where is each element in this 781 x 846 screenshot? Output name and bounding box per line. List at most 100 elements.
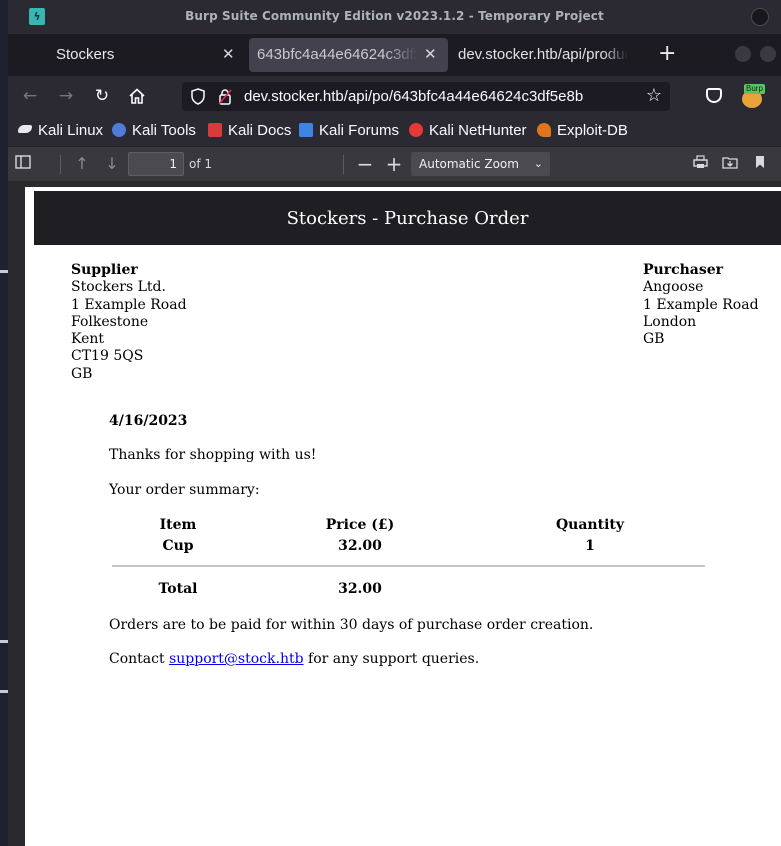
home-button[interactable]	[125, 84, 149, 108]
bookmark-label: Kali Tools	[132, 122, 196, 139]
zoom-out-button[interactable]: −	[355, 154, 375, 174]
address-line: Kent	[71, 331, 105, 348]
new-tab-button[interactable]: +	[658, 42, 676, 66]
reload-button[interactable]: ↻	[90, 84, 114, 108]
total-label: Total	[158, 581, 198, 597]
download-icon	[722, 157, 738, 169]
pdf-viewer[interactable]: Stockers - Purchase Order Supplier Stock…	[8, 181, 781, 846]
kali-nethunter-icon	[409, 123, 423, 137]
order-summary-label: Your order summary:	[109, 482, 260, 498]
tab-label: 643bfc4a44e64624c3df5e8b	[257, 46, 417, 63]
desktop-background	[0, 0, 8, 846]
bookmark-kali-tools[interactable]: Kali Tools	[112, 122, 196, 139]
bookmark-label: Kali NetHunter	[429, 122, 527, 139]
document-title: Stockers - Purchase Order	[286, 208, 529, 229]
zoom-select-value: Automatic Zoom	[419, 157, 519, 171]
kali-forums-icon	[299, 123, 313, 137]
contact-suffix: for any support queries.	[308, 651, 480, 667]
address-line: CT19 5QS	[71, 348, 144, 365]
table-cell-item: Cup	[162, 538, 194, 554]
tab-stockers[interactable]: Stockers ✕	[42, 38, 250, 72]
table-divider	[112, 565, 705, 567]
table-header-quantity: Quantity	[555, 517, 624, 533]
support-email-link[interactable]: support@stock.htb	[169, 651, 304, 667]
pdf-toolbar: ↑ ↓ 1 of 1 − + Automatic Zoom ⌄	[8, 146, 781, 181]
home-icon	[129, 88, 145, 104]
thanks-message: Thanks for shopping with us!	[109, 447, 317, 463]
table-header-item: Item	[159, 517, 197, 533]
contact-prefix: Contact	[109, 651, 165, 667]
window-title-bar: ϟ Burp Suite Community Edition v2023.1.2…	[8, 0, 781, 34]
address-line: London	[643, 313, 697, 330]
payment-terms: Orders are to be paid for within 30 days…	[109, 617, 594, 633]
burp-extension-button[interactable]: Burp	[741, 82, 765, 108]
bookmark-label: Kali Forums	[319, 122, 400, 139]
order-date: 4/16/2023	[109, 413, 188, 429]
tab-label: dev.stocker.htb/api/products	[458, 46, 628, 63]
supplier-address: Supplier Stockers Ltd. 1 Example Road Fo…	[71, 262, 187, 383]
bookmark-button[interactable]	[750, 154, 770, 174]
extension-badge: Burp	[744, 84, 765, 94]
zoom-select[interactable]: Automatic Zoom ⌄	[411, 152, 550, 176]
close-tab-icon[interactable]: ✕	[424, 45, 437, 63]
tab-label: Stockers	[56, 46, 115, 63]
insecure-lock-icon[interactable]	[218, 88, 232, 105]
document-header-banner: Stockers - Purchase Order	[34, 191, 781, 245]
window-control-button[interactable]	[751, 8, 769, 26]
address-line: Angoose	[643, 279, 704, 296]
sidebar-icon	[15, 155, 31, 169]
purchaser-address: Purchaser Angoose 1 Example Road London …	[643, 262, 759, 348]
pocket-icon[interactable]	[706, 88, 722, 103]
bookmark-label: Kali Linux	[38, 122, 104, 139]
address-line: GB	[71, 365, 93, 382]
save-button[interactable]	[720, 154, 740, 174]
tab-strip: Stockers ✕ 643bfc4a44e64624c3df5e8b ✕ de…	[8, 34, 781, 76]
chevron-down-icon: ⌄	[533, 157, 543, 170]
zoom-in-button[interactable]: +	[384, 154, 404, 174]
contact-line: Contact support@stock.htb for any suppor…	[109, 651, 479, 667]
pdf-page: Stockers - Purchase Order Supplier Stock…	[25, 187, 781, 846]
previous-page-button[interactable]: ↑	[72, 154, 92, 174]
window-title: Burp Suite Community Edition v2023.1.2 -…	[185, 9, 604, 23]
window-control-button[interactable]	[760, 46, 776, 62]
table-header-price: Price (£)	[325, 517, 395, 533]
bookmark-label: Kali Docs	[228, 122, 292, 139]
toolbar-separator	[343, 155, 344, 174]
bookmark-kali-docs[interactable]: Kali Docs	[208, 122, 291, 139]
page-count-label: of 1	[189, 157, 213, 171]
next-page-button[interactable]: ↓	[102, 154, 122, 174]
table-cell-quantity: 1	[585, 538, 595, 554]
address-line: 1 Example Road	[643, 296, 759, 313]
url-text[interactable]: dev.stocker.htb/api/po/643bfc4a44e64624c…	[244, 88, 583, 105]
address-line: 1 Example Road	[71, 296, 187, 313]
address-bar[interactable]: dev.stocker.htb/api/po/643bfc4a44e64624c…	[182, 82, 670, 111]
window-control-button[interactable]	[735, 46, 751, 62]
print-icon	[692, 155, 708, 168]
bookmark-kali-linux[interactable]: Kali Linux	[18, 122, 103, 139]
bookmark-icon	[756, 156, 764, 168]
page-number-input[interactable]: 1	[128, 152, 184, 176]
total-value: 32.00	[338, 581, 382, 597]
back-button[interactable]: ←	[18, 84, 42, 108]
address-line: Stockers Ltd.	[71, 279, 166, 296]
navigation-toolbar: ← → ↻ dev.stocker.htb/api/po/643bfc4a44e…	[8, 76, 781, 116]
kali-docs-icon	[208, 123, 222, 137]
bookmark-exploit-db[interactable]: Exploit-DB	[537, 122, 628, 139]
bookmark-kali-nethunter[interactable]: Kali NetHunter	[409, 122, 527, 139]
print-button[interactable]	[690, 154, 710, 174]
toolbar-separator	[60, 155, 61, 174]
tab-api-products[interactable]: dev.stocker.htb/api/products	[455, 38, 643, 72]
bookmarks-toolbar: Kali Linux Kali Tools Kali Docs Kali For…	[8, 116, 781, 146]
bookmark-label: Exploit-DB	[557, 122, 628, 139]
tracking-protection-shield-icon[interactable]	[191, 88, 205, 105]
toggle-sidebar-button[interactable]	[13, 154, 33, 174]
forward-button[interactable]: →	[54, 84, 78, 108]
bookmark-star-icon[interactable]: ☆	[646, 85, 662, 106]
close-tab-icon[interactable]: ✕	[222, 45, 235, 63]
tab-purchase-order[interactable]: 643bfc4a44e64624c3df5e8b ✕	[249, 38, 448, 72]
desktop-glyph	[0, 640, 8, 643]
desktop-glyph	[0, 690, 8, 693]
bookmark-kali-forums[interactable]: Kali Forums	[299, 122, 399, 139]
desktop-glyph	[0, 270, 8, 273]
table-cell-price: 32.00	[338, 538, 382, 554]
